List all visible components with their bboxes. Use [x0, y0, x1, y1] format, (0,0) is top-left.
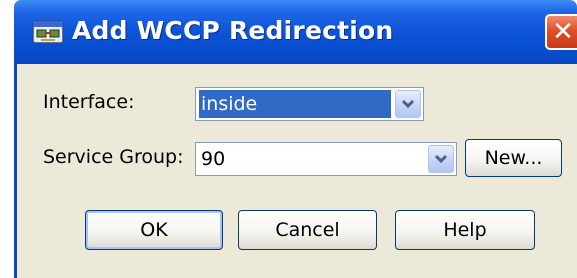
new-service-group-button[interactable]: New... [465, 139, 562, 177]
chevron-down-icon[interactable] [428, 145, 454, 173]
service-group-select[interactable]: 90 [195, 142, 457, 176]
close-button[interactable]: ✕ [545, 14, 577, 50]
interface-select[interactable]: inside [195, 87, 424, 121]
ok-button[interactable]: OK [85, 210, 223, 250]
help-button[interactable]: Help [395, 210, 535, 250]
chevron-down-icon[interactable] [395, 90, 421, 118]
dialog-body: Interface: inside Service Group: 90 New.… [14, 64, 577, 278]
service-group-label: Service Group: [43, 146, 184, 168]
network-window-icon [32, 19, 66, 47]
add-wccp-redirection-dialog: Add WCCP Redirection ✕ Interface: inside… [14, 0, 577, 278]
service-group-select-value: 90 [201, 148, 226, 170]
interface-select-value: inside [199, 90, 391, 118]
interface-label: Interface: [43, 91, 135, 113]
cancel-button[interactable]: Cancel [238, 210, 377, 250]
close-icon: ✕ [552, 17, 574, 47]
title-bar[interactable]: Add WCCP Redirection ✕ [14, 0, 577, 64]
window-title: Add WCCP Redirection [72, 16, 394, 45]
